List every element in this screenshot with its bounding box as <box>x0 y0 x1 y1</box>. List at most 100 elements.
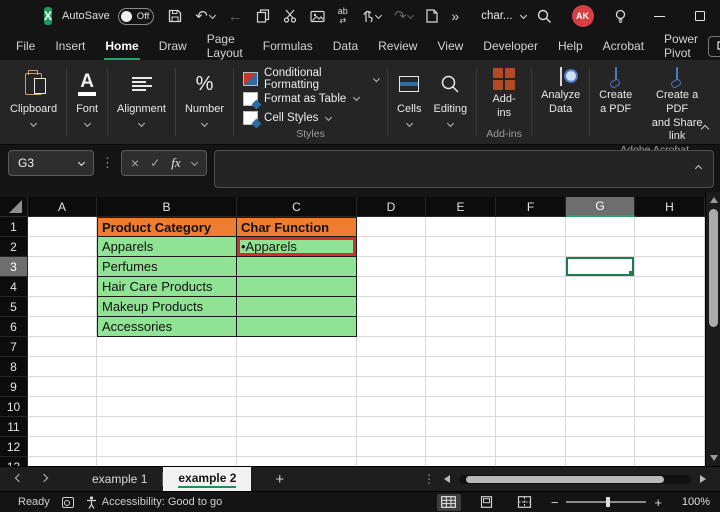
cell-E7[interactable] <box>426 337 496 357</box>
column-header-B[interactable]: B <box>97 197 237 217</box>
cell-E1[interactable] <box>426 217 496 237</box>
ribbon-tab-help[interactable]: Help <box>548 32 593 60</box>
cell-E5[interactable] <box>426 297 496 317</box>
cell-B1[interactable]: Product Category <box>97 217 237 237</box>
cell-A8[interactable] <box>28 357 97 377</box>
cell-A1[interactable] <box>28 217 97 237</box>
cell-B3[interactable]: Perfumes <box>97 257 237 277</box>
cell-H13[interactable] <box>635 457 705 466</box>
scroll-up-icon[interactable] <box>710 197 718 203</box>
cell-A7[interactable] <box>28 337 97 357</box>
search-icon[interactable] <box>526 0 564 32</box>
cell-D11[interactable] <box>357 417 426 437</box>
page-layout-view-button[interactable] <box>475 494 499 511</box>
cell-E11[interactable] <box>426 417 496 437</box>
cell-E2[interactable] <box>426 237 496 257</box>
cell-H7[interactable] <box>635 337 705 357</box>
cell-C3[interactable] <box>237 257 357 277</box>
autosave-toggle[interactable]: Off <box>118 8 155 25</box>
cell-G5[interactable] <box>566 297 635 317</box>
cell-C9[interactable] <box>237 377 357 397</box>
row-header-5[interactable]: 5 <box>0 297 28 317</box>
cell-H2[interactable] <box>635 237 705 257</box>
addins-button[interactable]: Add-ins <box>486 68 522 121</box>
sheet-tab-example-1[interactable]: example 1 <box>77 467 162 491</box>
cell-F2[interactable] <box>496 237 566 257</box>
ribbon-tab-insert[interactable]: Insert <box>45 32 95 60</box>
prev-sheet-icon[interactable] <box>15 474 23 482</box>
cancel-icon[interactable]: × <box>131 155 139 171</box>
redo-icon[interactable]: ↷ <box>394 9 414 24</box>
cell-G6[interactable] <box>566 317 635 337</box>
format-as-table-button[interactable]: Format as Table <box>243 89 378 109</box>
expand-formula-bar-icon[interactable] <box>695 165 702 172</box>
row-header-4[interactable]: 4 <box>0 277 28 297</box>
zoom-out-button[interactable]: − <box>551 495 559 510</box>
insert-function-icon[interactable]: fx <box>171 155 180 171</box>
undo-icon[interactable]: ↶ <box>195 9 215 24</box>
cell-D6[interactable] <box>357 317 426 337</box>
next-sheet-icon[interactable] <box>40 474 48 482</box>
cells-group-button[interactable]: Cells <box>391 63 427 144</box>
cell-B12[interactable] <box>97 437 237 457</box>
cell-F3[interactable] <box>496 257 566 277</box>
hscroll-left-icon[interactable] <box>444 475 450 483</box>
cell-F9[interactable] <box>496 377 566 397</box>
normal-view-button[interactable] <box>437 494 461 511</box>
alignment-group-button[interactable]: Alignment <box>111 63 172 144</box>
number-group-button[interactable]: % Number <box>179 63 230 144</box>
cell-H4[interactable] <box>635 277 705 297</box>
cell-G2[interactable] <box>566 237 635 257</box>
cell-F4[interactable] <box>496 277 566 297</box>
cell-C6[interactable] <box>237 317 357 337</box>
cell-C12[interactable] <box>237 437 357 457</box>
cell-G7[interactable] <box>566 337 635 357</box>
cell-B7[interactable] <box>97 337 237 357</box>
cell-D3[interactable] <box>357 257 426 277</box>
column-header-F[interactable]: F <box>496 197 566 217</box>
cell-B9[interactable] <box>97 377 237 397</box>
formula-input[interactable] <box>214 150 714 188</box>
select-all-button[interactable] <box>0 197 28 217</box>
cell-E4[interactable] <box>426 277 496 297</box>
cell-D10[interactable] <box>357 397 426 417</box>
cell-B2[interactable]: Apparels <box>97 237 237 257</box>
cell-D2[interactable] <box>357 237 426 257</box>
cell-A12[interactable] <box>28 437 97 457</box>
row-header-12[interactable]: 12 <box>0 437 28 457</box>
hscroll-right-icon[interactable] <box>700 475 706 483</box>
cell-A10[interactable] <box>28 397 97 417</box>
column-header-H[interactable]: H <box>635 197 705 217</box>
touch-mode-icon[interactable] <box>361 9 381 23</box>
conditional-formatting-button[interactable]: Conditional Formatting <box>243 69 378 89</box>
row-header-6[interactable]: 6 <box>0 317 28 337</box>
cell-C10[interactable] <box>237 397 357 417</box>
column-header-E[interactable]: E <box>426 197 496 217</box>
fx-chevron-icon[interactable] <box>191 158 198 165</box>
cell-F12[interactable] <box>496 437 566 457</box>
cell-F6[interactable] <box>496 317 566 337</box>
cell-A13[interactable] <box>28 457 97 466</box>
ribbon-tab-acrobat[interactable]: Acrobat <box>593 32 654 60</box>
cell-D5[interactable] <box>357 297 426 317</box>
cell-D8[interactable] <box>357 357 426 377</box>
cell-G1[interactable] <box>566 217 635 237</box>
enter-icon[interactable]: ✓ <box>150 156 160 170</box>
cell-C5[interactable] <box>237 297 357 317</box>
picture-icon[interactable] <box>310 10 325 23</box>
cell-F1[interactable] <box>496 217 566 237</box>
ribbon-tab-draw[interactable]: Draw <box>149 32 197 60</box>
cell-A4[interactable] <box>28 277 97 297</box>
scroll-down-icon[interactable] <box>710 455 718 461</box>
zoom-level[interactable]: 100% <box>676 496 710 508</box>
vertical-scrollbar[interactable] <box>705 192 720 466</box>
cell-H10[interactable] <box>635 397 705 417</box>
overflow-icon[interactable]: » <box>451 9 459 23</box>
new-file-icon[interactable] <box>426 9 438 23</box>
row-header-13[interactable]: 13 <box>0 457 28 466</box>
cell-E12[interactable] <box>426 437 496 457</box>
cell-A11[interactable] <box>28 417 97 437</box>
ribbon-tab-view[interactable]: View <box>427 32 473 60</box>
cell-F7[interactable] <box>496 337 566 357</box>
zoom-in-button[interactable]: + <box>654 495 662 510</box>
